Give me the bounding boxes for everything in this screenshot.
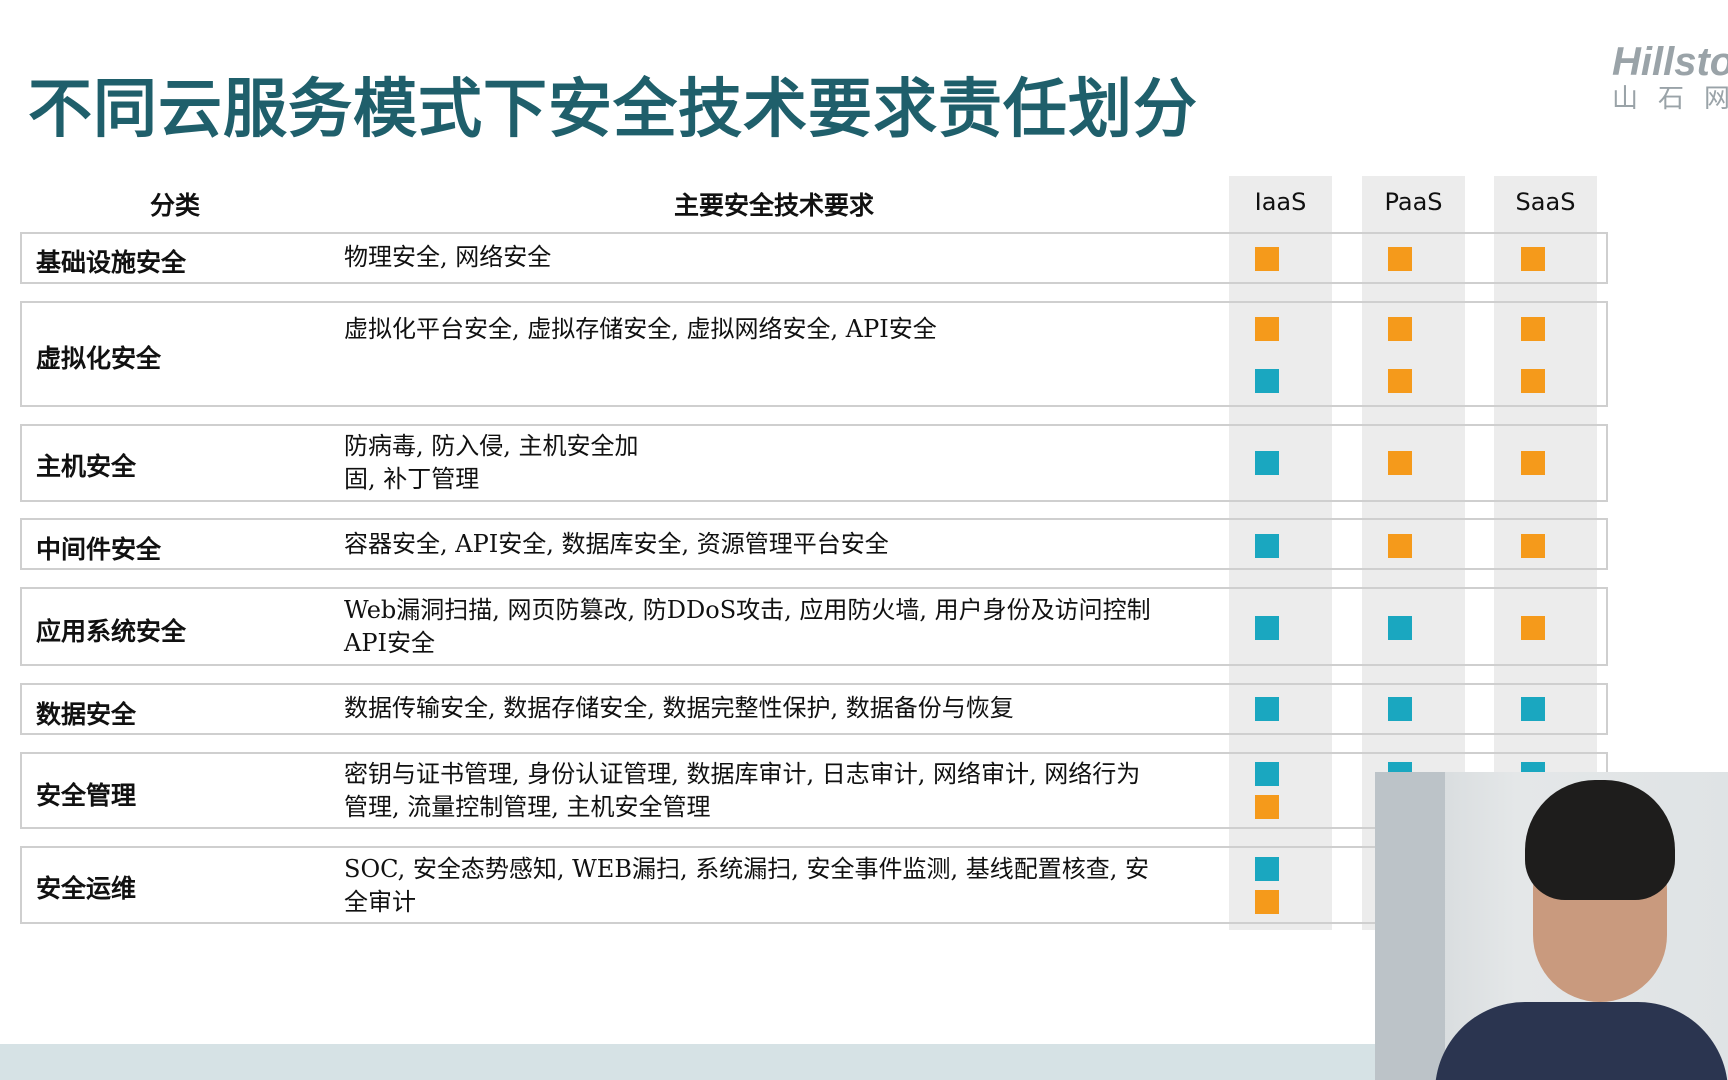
requirement-line: API安全 — [344, 629, 435, 657]
paas-provider-marker — [1388, 534, 1412, 558]
requirements-header: 主要安全技术要求 — [674, 191, 875, 220]
saas-provider-marker — [1521, 451, 1545, 475]
row-category: 数据安全 — [36, 700, 137, 729]
paas-provider-marker — [1388, 369, 1412, 393]
requirement-line: SOC, 安全态势感知, WEB漏扫, 系统漏扫, 安全事件监测, 基线配置核查… — [344, 855, 1149, 883]
paas-customer-marker — [1388, 616, 1412, 640]
iaas-provider-marker — [1255, 317, 1279, 341]
requirement-line: 固, 补丁管理 — [344, 465, 480, 493]
presenter-webcam-overlay — [1375, 772, 1728, 1080]
logo-chinese-name: 山石网科 — [1612, 84, 1728, 114]
requirement-line: 虚拟化平台安全, 虚拟存储安全, 虚拟网络安全, API安全 — [344, 315, 937, 343]
row-requirements: 虚拟化平台安全, 虚拟存储安全, 虚拟网络安全, API安全 — [344, 313, 1214, 346]
presenter-hair — [1525, 780, 1675, 900]
iaas-customer-marker — [1255, 369, 1279, 393]
row-category: 主机安全 — [36, 452, 137, 481]
saas-customer-marker — [1521, 697, 1545, 721]
row-category: 虚拟化安全 — [36, 344, 162, 373]
saas-provider-marker — [1521, 534, 1545, 558]
saas-provider-marker — [1521, 369, 1545, 393]
row-category: 安全管理 — [36, 781, 137, 810]
row-category: 安全运维 — [36, 874, 137, 903]
requirement-line: 密钥与证书管理, 身份认证管理, 数据库审计, 日志审计, 网络审计, 网络行为 — [344, 760, 1141, 788]
requirement-line: 防病毒, 防入侵, 主机安全加 — [344, 432, 639, 460]
saas-provider-marker — [1521, 317, 1545, 341]
paas-provider-marker — [1388, 317, 1412, 341]
iaas-provider-marker — [1255, 890, 1279, 914]
row-requirements: 数据传输安全, 数据存储安全, 数据完整性保护, 数据备份与恢复 — [344, 692, 1214, 725]
logo-wordmark: Hillstone — [1612, 40, 1728, 84]
category-header: 分类 — [150, 191, 201, 220]
saas-provider-marker — [1521, 616, 1545, 640]
row-requirements: 防病毒, 防入侵, 主机安全加 固, 补丁管理 — [344, 430, 1214, 496]
row-category: 应用系统安全 — [36, 617, 187, 646]
requirement-line: 数据传输安全, 数据存储安全, 数据完整性保护, 数据备份与恢复 — [344, 694, 1014, 722]
iaas-customer-marker — [1255, 762, 1279, 786]
iaas-header: IaaS — [1254, 188, 1307, 216]
iaas-customer-marker — [1255, 451, 1279, 475]
paas-provider-marker — [1388, 247, 1412, 271]
iaas-provider-marker — [1255, 247, 1279, 271]
requirement-line: 物理安全, 网络安全 — [344, 243, 552, 271]
row-requirements: 容器安全, API安全, 数据库安全, 资源管理平台安全 — [344, 528, 1214, 561]
paas-provider-marker — [1388, 451, 1412, 475]
iaas-customer-marker — [1255, 857, 1279, 881]
iaas-provider-marker — [1255, 795, 1279, 819]
paas-customer-marker — [1388, 697, 1412, 721]
requirement-line: 容器安全, API安全, 数据库安全, 资源管理平台安全 — [344, 530, 889, 558]
saas-provider-marker — [1521, 247, 1545, 271]
row-requirements: SOC, 安全态势感知, WEB漏扫, 系统漏扫, 安全事件监测, 基线配置核查… — [344, 853, 1214, 919]
row-category: 中间件安全 — [36, 535, 162, 564]
iaas-customer-marker — [1255, 534, 1279, 558]
webcam-door — [1375, 772, 1445, 1080]
requirement-line: 管理, 流量控制管理, 主机安全管理 — [344, 793, 711, 821]
row-requirements: Web漏洞扫描, 网页防篡改, 防DDoS攻击, 应用防火墙, 用户身份及访问控… — [344, 594, 1214, 660]
page-title: 不同云服务模式下安全技术要求责任划分 — [28, 73, 1198, 147]
iaas-customer-marker — [1255, 697, 1279, 721]
row-requirements: 密钥与证书管理, 身份认证管理, 数据库审计, 日志审计, 网络审计, 网络行为… — [344, 758, 1214, 824]
requirement-line: Web漏洞扫描, 网页防篡改, 防DDoS攻击, 应用防火墙, 用户身份及访问控… — [344, 596, 1151, 624]
row-requirements: 物理安全, 网络安全 — [344, 241, 1214, 274]
hillstone-logo: Hillstone 山石网科 — [1612, 40, 1728, 120]
row-category: 基础设施安全 — [36, 248, 187, 277]
requirement-line: 全审计 — [344, 888, 416, 916]
paas-header: PaaS — [1384, 188, 1443, 216]
presenter-shirt — [1435, 1002, 1728, 1080]
iaas-customer-marker — [1255, 616, 1279, 640]
saas-header: SaaS — [1515, 188, 1576, 216]
